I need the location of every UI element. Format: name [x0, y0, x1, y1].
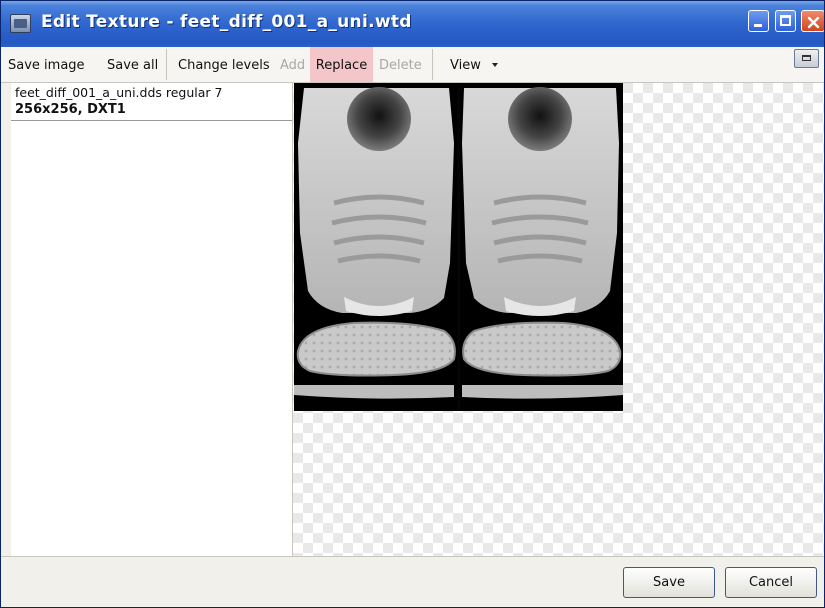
shoe-left	[298, 87, 454, 316]
texture-info: 256x256, DXT1	[15, 102, 126, 117]
texture-app-icon	[10, 14, 31, 33]
save-image-button[interactable]: Save image	[8, 47, 85, 82]
title-bar[interactable]: Edit Texture - feet_diff_001_a_uni.wtd	[1, 1, 824, 47]
sole-left	[296, 321, 456, 377]
list-divider	[11, 120, 292, 121]
left-gutter	[1, 83, 11, 556]
cancel-button[interactable]: Cancel	[725, 567, 817, 598]
sole-right	[462, 321, 622, 377]
save-all-button[interactable]: Save all	[107, 47, 158, 82]
minimize-icon[interactable]	[748, 10, 769, 32]
window-title: Edit Texture - feet_diff_001_a_uni.wtd	[41, 12, 412, 32]
change-levels-button[interactable]: Change levels	[178, 47, 270, 82]
replace-button[interactable]: Replace	[310, 47, 373, 82]
add-button[interactable]: Add	[280, 47, 305, 82]
save-button[interactable]: Save	[623, 567, 715, 598]
maximize-icon[interactable]	[775, 10, 796, 32]
toolbar-separator	[166, 49, 167, 80]
toolbar-separator	[432, 49, 433, 80]
view-menu-button[interactable]: View	[450, 47, 481, 82]
chevron-down-icon[interactable]	[492, 63, 498, 67]
texture-image	[294, 83, 623, 411]
texture-list[interactable]: feet_diff_001_a_uni.dds regular 7 256x25…	[11, 83, 293, 556]
edit-texture-window: Edit Texture - feet_diff_001_a_uni.wtd S…	[0, 0, 825, 608]
texture-name[interactable]: feet_diff_001_a_uni.dds regular 7	[15, 85, 222, 100]
shoe-right	[462, 87, 619, 316]
close-icon[interactable]	[801, 10, 824, 32]
restore-icon[interactable]	[794, 49, 819, 68]
toolbar: Save image Save all Change levels Add Re…	[1, 47, 824, 83]
delete-button[interactable]: Delete	[379, 47, 422, 82]
